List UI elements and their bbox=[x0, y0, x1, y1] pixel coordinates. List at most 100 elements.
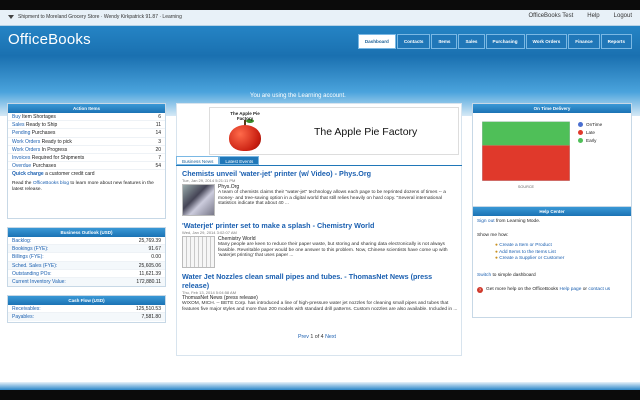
nav-reports[interactable]: Reports bbox=[600, 34, 632, 49]
nav-items[interactable]: Items bbox=[431, 34, 458, 49]
table-row: Bookings (FYE): 91.67 bbox=[8, 245, 165, 254]
cash-flow-title: Cash Flow (USD) bbox=[8, 296, 165, 305]
dropdown-arrow-icon bbox=[8, 15, 14, 19]
blog-link[interactable]: OfficeBooks blog bbox=[33, 181, 69, 186]
list-item[interactable]: Buy Item Shortages 6 bbox=[8, 113, 165, 122]
bar-late bbox=[482, 145, 570, 181]
signout-note: Sign out from Learning Mode. bbox=[477, 219, 541, 224]
nav-finance[interactable]: Finance bbox=[568, 34, 600, 49]
more-help-note: ? Get more help on the OfficeBooks Help … bbox=[477, 286, 611, 293]
help-page-link[interactable]: Help page bbox=[560, 287, 582, 292]
learning-notice: You are using the Learning account. bbox=[250, 93, 346, 99]
help-center-title: Help Center bbox=[473, 207, 631, 216]
table-row: Receivables: 125,510.53 bbox=[8, 305, 165, 314]
help-links: ● Create a Item or Product ● Add Items t… bbox=[473, 241, 631, 265]
show-me-how-label: Show me how: bbox=[477, 233, 509, 238]
list-item[interactable]: Work Orders Ready to pick 3 bbox=[8, 138, 165, 146]
news-tabs: Business News Latest Events bbox=[176, 156, 260, 165]
news-headline[interactable]: 'Waterjet' printer set to make a splash … bbox=[182, 221, 460, 230]
tab-divider bbox=[176, 165, 462, 166]
pager-next-link[interactable]: Next bbox=[325, 334, 336, 340]
bar-early bbox=[482, 121, 570, 146]
quick-charge-row: Quick charge a customer credit card bbox=[12, 171, 95, 178]
list-item[interactable]: Invoices Required for Shipments 7 bbox=[8, 154, 165, 163]
footer-bar bbox=[0, 382, 640, 390]
list-item[interactable]: Pending Purchases 14 bbox=[8, 129, 165, 138]
on-time-delivery-title: On Time Delivery bbox=[473, 104, 631, 113]
business-outlook-title: Business Outlook (USD) bbox=[8, 228, 165, 237]
news-item: 'Waterjet' printer set to make a splash … bbox=[182, 221, 460, 268]
help-center-panel: Help Center Sign out from Learning Mode.… bbox=[472, 206, 632, 318]
session-label: Shipment to Moreland Grocery Store · Wen… bbox=[18, 14, 182, 20]
legend-item-late: Late bbox=[578, 129, 602, 137]
tab-business-news[interactable]: Business News bbox=[176, 156, 220, 165]
news-thumbnail bbox=[182, 184, 215, 216]
tab-latest-events[interactable]: Latest Events bbox=[219, 156, 260, 165]
logout-link[interactable]: Logout bbox=[614, 13, 632, 19]
company-banner: The Apple Pie Factory The Apple Pie Fact… bbox=[209, 107, 459, 155]
legend-item-ontime: OnTime bbox=[578, 121, 602, 129]
news-body: WIXOM, MICH. -- BETE Corp. has introduce… bbox=[182, 301, 458, 312]
news-item: Chemists unveil 'water-jet' printer (w/ … bbox=[182, 169, 460, 216]
news-headline[interactable]: Water Jet Nozzles clean small pipes and … bbox=[182, 272, 460, 290]
on-time-delivery-chart: SOURCE bbox=[482, 121, 570, 189]
app-frame: Shipment to Moreland Grocery Store · Wen… bbox=[0, 10, 640, 390]
news-feed: Chemists unveil 'water-jet' printer (w/ … bbox=[182, 169, 460, 312]
help-link-item[interactable]: ● Create a Supplier or Customer bbox=[495, 256, 627, 263]
list-item[interactable]: Sales Ready to Ship 11 bbox=[8, 121, 165, 130]
officebooks-logo[interactable]: OfficeBooks bbox=[8, 31, 91, 48]
switch-link[interactable]: Switch bbox=[477, 273, 491, 278]
news-date: Wed, Jan 29, 2014 3:02:07 AM bbox=[182, 230, 237, 235]
cash-flow-panel: Cash Flow (USD) Receivables: 125,510.53 P… bbox=[7, 295, 166, 323]
nav-sales[interactable]: Sales bbox=[458, 34, 485, 49]
chart-legend: OnTime Late Early bbox=[578, 121, 602, 145]
legend-swatch bbox=[578, 138, 583, 143]
chart-x-label: SOURCE bbox=[518, 185, 535, 189]
news-item: Water Jet Nozzles clean small pipes and … bbox=[182, 272, 460, 312]
news-pager: Prev 1 of 4 Next bbox=[298, 334, 336, 340]
action-items-panel: Action Items Buy Item Shortages 6 Sales R… bbox=[7, 103, 166, 219]
logo-text: The Apple Pie Factory bbox=[230, 111, 260, 121]
news-date: Tue, Jan 29, 2014 5:21:11 PM bbox=[182, 178, 236, 183]
news-body: Many people are keen to reduce their pap… bbox=[218, 242, 448, 259]
pager-prev-link[interactable]: Prev bbox=[298, 334, 309, 340]
news-headline[interactable]: Chemists unveil 'water-jet' printer (w/ … bbox=[182, 169, 460, 178]
lightbulb-icon: ● bbox=[495, 256, 498, 261]
quick-charge-link[interactable]: Quick charge bbox=[12, 171, 44, 177]
table-row: Payables: 7,581.80 bbox=[8, 313, 165, 322]
nav-dashboard[interactable]: Dashboard bbox=[357, 34, 396, 49]
browser-bar bbox=[0, 0, 640, 10]
table-row: Billings (FYE): 0.00 bbox=[8, 253, 165, 262]
legend-item-early: Early bbox=[578, 137, 602, 145]
company-name: The Apple Pie Factory bbox=[314, 126, 418, 138]
table-row: Backlog: 25,769.39 bbox=[8, 237, 165, 246]
switch-note: Switch to simple dashboard bbox=[477, 272, 536, 278]
blog-note: Read the OfficeBooks blog to learn more … bbox=[12, 180, 154, 192]
help-link[interactable]: Help bbox=[587, 13, 599, 19]
news-body: A team of chemists claims their "water-j… bbox=[218, 190, 446, 207]
chart-bars bbox=[482, 121, 570, 181]
signout-link[interactable]: Sign out bbox=[477, 219, 495, 224]
table-row: Current Inventory Value: 172,880.11 bbox=[8, 277, 165, 287]
top-strip: Shipment to Moreland Grocery Store · Wen… bbox=[0, 10, 640, 26]
legend-swatch bbox=[578, 130, 583, 135]
table-row: Sched. Sales (FYE): 25,605.06 bbox=[8, 261, 165, 270]
table-row: Outstanding POs: 11,621.39 bbox=[8, 270, 165, 278]
business-outlook-panel: Business Outlook (USD) Backlog: 25,769.39… bbox=[7, 227, 166, 287]
list-item[interactable]: Overdue Purchases 54 bbox=[8, 162, 165, 171]
nav-work-orders[interactable]: Work Orders bbox=[525, 34, 568, 49]
legend-swatch bbox=[578, 122, 583, 127]
nav-purchasing[interactable]: Purchasing bbox=[485, 34, 525, 49]
apple-pie-logo: The Apple Pie Factory bbox=[226, 111, 264, 151]
app-name-label: OfficeBooks Test bbox=[528, 13, 574, 19]
list-item[interactable]: Work Orders In Progress 20 bbox=[8, 146, 165, 154]
lightbulb-icon: ● bbox=[495, 249, 498, 255]
news-thumbnail bbox=[182, 236, 215, 268]
nav-contacts[interactable]: Contacts bbox=[396, 34, 431, 49]
session-dropdown[interactable]: Shipment to Moreland Grocery Store · Wen… bbox=[8, 14, 182, 20]
lightbulb-icon: ● bbox=[495, 243, 498, 248]
pager-status: 1 of 4 bbox=[308, 334, 326, 340]
main-nav: Dashboard Contacts Items Sales Purchasin… bbox=[357, 34, 632, 49]
bottom-strip bbox=[0, 390, 640, 400]
contact-us-link[interactable]: contact us bbox=[588, 287, 610, 292]
